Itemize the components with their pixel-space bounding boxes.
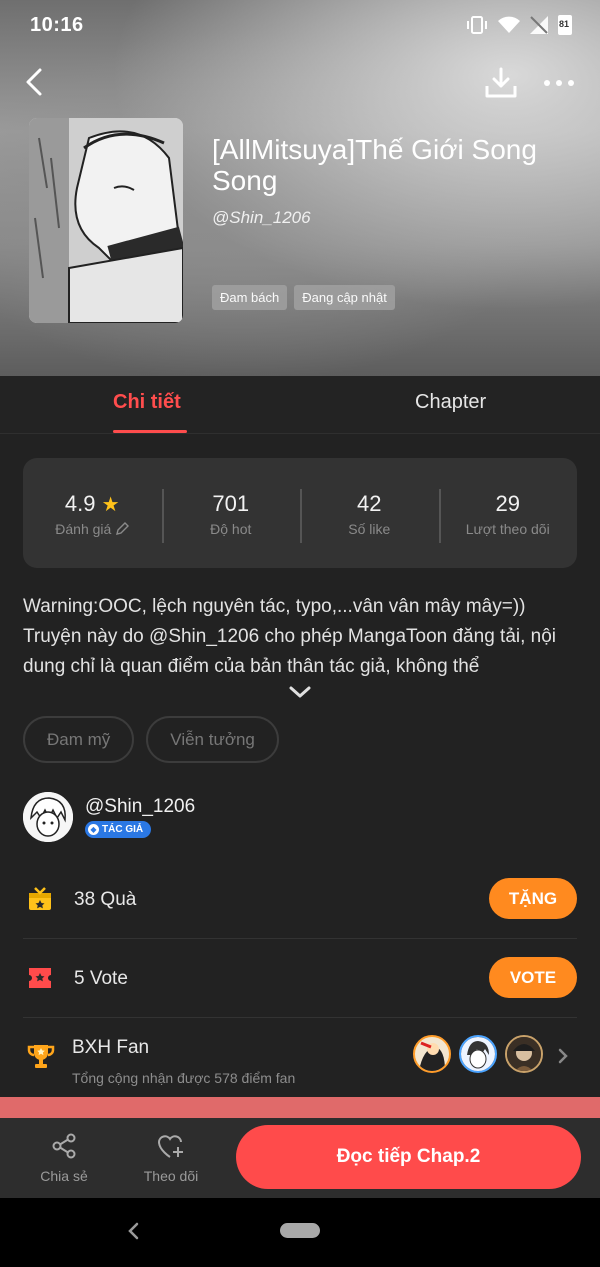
battery-icon: 81: [558, 15, 572, 35]
signal-icon: [530, 16, 548, 34]
author-name[interactable]: @Shin_1206: [85, 796, 195, 818]
author-badge-label: TÁC GIẢ: [102, 824, 144, 835]
share-label: Chia sẻ: [40, 1168, 88, 1184]
book-author[interactable]: @Shin_1206: [212, 208, 311, 228]
hot-label: Độ hot: [210, 521, 252, 537]
bottom-action-bar: Chia sẻ Theo dõi Đọc tiếp Chap.2: [0, 1118, 600, 1198]
book-header: 10:16 81 [AllMitsuya]Thế Giới Song Song …: [0, 0, 600, 376]
download-button[interactable]: [482, 64, 520, 102]
chevron-right-icon: [558, 1048, 568, 1064]
system-nav-bar: [0, 1198, 600, 1267]
fan-avatar: [413, 1035, 451, 1073]
followers-value: 29: [495, 491, 520, 516]
genre-chip[interactable]: Đam mỹ: [23, 716, 135, 763]
avatar-illustration: [23, 792, 73, 842]
divider: [23, 1017, 577, 1018]
book-title: [AllMitsuya]Thế Giới Song Song: [212, 134, 537, 196]
author-badge: ◆ TÁC GIẢ: [85, 821, 152, 838]
vote-count: 5 Vote: [74, 968, 128, 989]
heart-plus-icon: [157, 1135, 183, 1158]
stat-followers: 29 Lượt theo dõi: [438, 489, 578, 543]
stat-hot: 701 Độ hot: [161, 489, 301, 543]
fan-avatar: [459, 1035, 497, 1073]
promo-banner[interactable]: [0, 1097, 600, 1119]
tab-detail[interactable]: Chi tiết: [113, 391, 181, 414]
trophy-icon: [27, 1045, 55, 1068]
status-bar: 10:16 81: [0, 0, 600, 50]
back-button[interactable]: [18, 64, 54, 100]
fan-ranking-subtitle: Tổng cộng nhận được 578 điểm fan: [72, 1070, 296, 1086]
nav-back-icon[interactable]: [124, 1220, 144, 1242]
wifi-icon: [498, 16, 520, 33]
book-tags: Đam bách Đang cập nhật: [212, 285, 395, 310]
vibrate-icon: [467, 16, 487, 34]
status-time: 10:16: [30, 13, 84, 36]
likes-label: Số like: [348, 521, 391, 537]
gift-icon: [29, 887, 51, 910]
edit-icon: [116, 522, 130, 535]
rating-label: Đánh giá: [55, 521, 112, 537]
cover-illustration: [29, 118, 183, 323]
genre-chip[interactable]: Viễn tưởng: [146, 716, 279, 763]
vote-row: 5 Vote VOTE: [23, 957, 577, 999]
fan-ranking-title: BXH Fan: [72, 1037, 150, 1058]
status-icons: 81: [466, 15, 572, 35]
stat-likes: 42 Số like: [300, 489, 439, 543]
continue-reading-button[interactable]: Đọc tiếp Chap.2: [236, 1125, 581, 1189]
share-icon: [52, 1133, 76, 1159]
ticket-icon: [29, 968, 51, 988]
nav-home-button[interactable]: [280, 1223, 320, 1238]
tab-bar: Chi tiết Chapter: [0, 376, 600, 434]
divider: [23, 938, 577, 939]
author-avatar[interactable]: [23, 792, 73, 842]
tag-category: Đam bách: [212, 285, 288, 310]
hot-value: 701: [212, 491, 250, 516]
gift-count: 38 Quà: [74, 889, 137, 910]
fan-ranking-row[interactable]: BXH Fan Tổng cộng nhận được 578 điểm fan: [23, 1035, 577, 1087]
share-button[interactable]: Chia sẻ: [29, 1132, 99, 1184]
top-fans: [413, 1035, 553, 1075]
gift-button[interactable]: TẶNG: [489, 878, 577, 919]
diamond-icon: ◆: [88, 824, 99, 835]
book-cover[interactable]: [29, 118, 183, 323]
more-options-button[interactable]: [540, 64, 578, 102]
expand-chevron-icon[interactable]: [287, 682, 313, 702]
stats-card: 4.9 ★ Đánh giá 701 Độ hot 42 Số like 29 …: [23, 458, 577, 568]
gift-row: 38 Quà TẶNG: [23, 878, 577, 920]
fan-avatar: [505, 1035, 543, 1073]
tab-chapter[interactable]: Chapter: [415, 391, 486, 414]
tab-indicator: [113, 430, 187, 433]
book-description: Warning:OOC, lệch nguyên tác, typo,...vâ…: [23, 596, 557, 677]
genre-list: Đam mỹ Viễn tưởng: [23, 716, 279, 763]
stat-rating[interactable]: 4.9 ★ Đánh giá: [23, 489, 162, 537]
follow-button[interactable]: Theo dõi: [136, 1132, 206, 1184]
top-bar: [0, 58, 600, 106]
rating-value: 4.9: [64, 491, 96, 516]
vote-button[interactable]: VOTE: [489, 957, 577, 998]
tag-status: Đang cập nhật: [294, 285, 395, 310]
followers-label: Lượt theo dõi: [465, 521, 550, 537]
star-icon: ★: [101, 494, 120, 516]
follow-label: Theo dõi: [143, 1168, 199, 1184]
likes-value: 42: [357, 491, 382, 516]
